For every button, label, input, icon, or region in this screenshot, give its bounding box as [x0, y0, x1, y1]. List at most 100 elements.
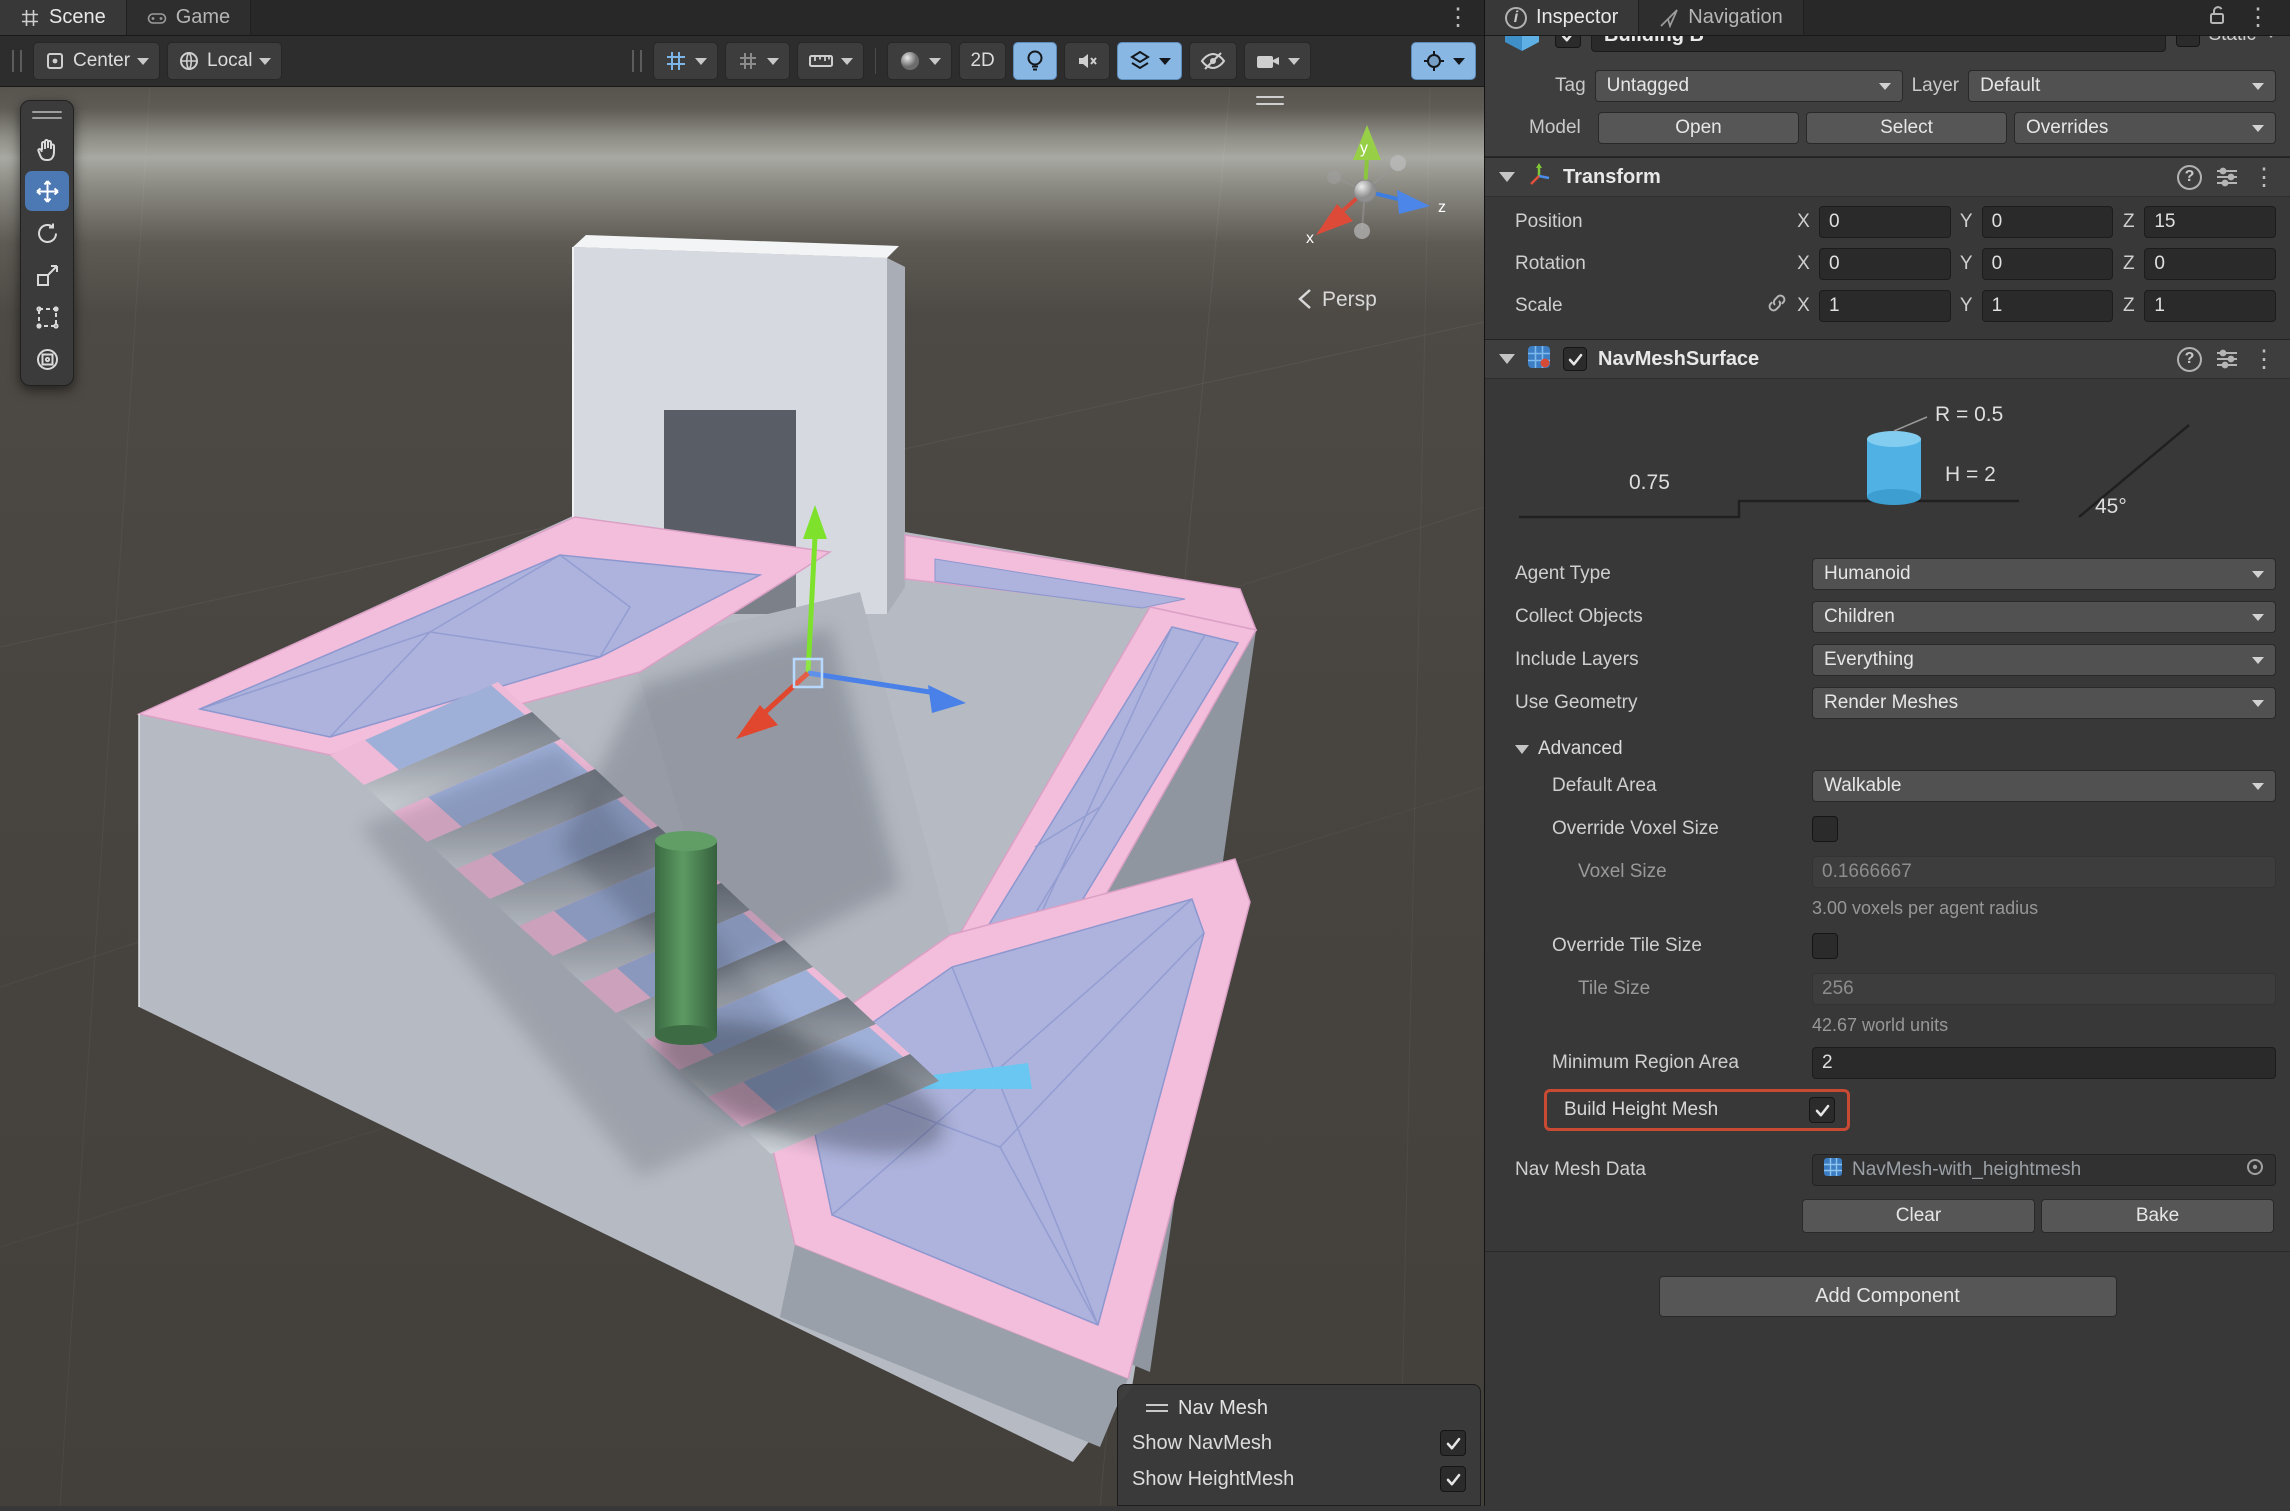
- audio-mute-button[interactable]: [1064, 42, 1110, 80]
- toolbar-drag-handle[interactable]: [12, 50, 22, 72]
- tab-navigation[interactable]: Navigation: [1639, 0, 1804, 35]
- scene-grid-icon: [20, 8, 40, 28]
- agent-height-label: H = 2: [1945, 463, 1996, 486]
- scale-tool-button[interactable]: [25, 255, 69, 295]
- position-z-field[interactable]: 15: [2144, 206, 2276, 238]
- show-heightmesh-checkbox[interactable]: [1440, 1466, 1466, 1492]
- uniform-scale-link-icon[interactable]: [1766, 292, 1788, 320]
- chevron-down-icon: [1288, 58, 1300, 65]
- measure-tool-dropdown[interactable]: [797, 42, 864, 80]
- scene-toolbar: Center Local 2D: [0, 36, 1484, 87]
- include-layers-dropdown[interactable]: Everything: [1812, 644, 2276, 676]
- grid-snapping-dropdown[interactable]: [725, 42, 790, 80]
- tab-inspector[interactable]: i Inspector: [1485, 0, 1639, 35]
- help-icon[interactable]: ?: [2177, 347, 2202, 372]
- axis-x-label: x: [1306, 230, 1314, 247]
- agent-type-dropdown[interactable]: Humanoid: [1812, 558, 2276, 590]
- scale-y-field[interactable]: 1: [1982, 290, 2114, 322]
- chevron-down-icon: [2252, 614, 2264, 621]
- object-picker-icon[interactable]: [2245, 1157, 2265, 1183]
- gizmos-toggle-dropdown[interactable]: [1411, 42, 1476, 80]
- show-navmesh-checkbox[interactable]: [1440, 1430, 1466, 1456]
- scene-visibility-button[interactable]: [1189, 42, 1237, 80]
- chevron-down-icon: [1453, 58, 1465, 65]
- collect-objects-dropdown[interactable]: Children: [1812, 601, 2276, 633]
- inspector-menu-icon[interactable]: ⋮: [2232, 3, 2284, 32]
- scale-x-field[interactable]: 1: [1819, 290, 1951, 322]
- include-layers-row: Include Layers Everything: [1499, 643, 2276, 677]
- foldout-icon[interactable]: [1499, 172, 1515, 182]
- shading-mode-dropdown[interactable]: [887, 42, 952, 80]
- tag-label: Tag: [1555, 75, 1586, 97]
- preset-icon[interactable]: [2215, 166, 2239, 188]
- scale-icon: [34, 262, 61, 289]
- component-menu-icon[interactable]: ⋮: [2252, 345, 2276, 374]
- handle-rotation-dropdown[interactable]: Local: [167, 42, 282, 80]
- rect-tool-button[interactable]: [25, 297, 69, 337]
- tag-dropdown[interactable]: Untagged: [1595, 70, 1903, 102]
- help-icon[interactable]: ?: [2177, 165, 2202, 190]
- overlay-menu-icon[interactable]: [1146, 1404, 1168, 1412]
- build-height-mesh-checkbox[interactable]: [1809, 1097, 1835, 1123]
- default-area-dropdown[interactable]: Walkable: [1812, 770, 2276, 802]
- lock-icon[interactable]: [2206, 4, 2228, 31]
- tab-label: Game: [176, 6, 230, 29]
- 2d-toggle-button[interactable]: 2D: [959, 42, 1005, 80]
- overlay-drag-handle[interactable]: [1256, 96, 1284, 105]
- inspector-tabbar: i Inspector Navigation ⋮: [1485, 0, 2290, 36]
- minimum-region-area-row: Minimum Region Area 2: [1499, 1046, 2276, 1080]
- collect-objects-row: Collect Objects Children: [1499, 600, 2276, 634]
- position-y-field[interactable]: 0: [1982, 206, 2114, 238]
- component-menu-icon[interactable]: ⋮: [2252, 163, 2276, 192]
- camera-settings-dropdown[interactable]: [1244, 42, 1311, 80]
- lightbulb-icon: [1024, 49, 1046, 73]
- rotation-z-field[interactable]: 0: [2144, 248, 2276, 280]
- advanced-foldout[interactable]: Advanced: [1499, 738, 2276, 760]
- override-voxel-size-checkbox[interactable]: [1812, 816, 1838, 842]
- bake-button[interactable]: Bake: [2041, 1199, 2274, 1233]
- layer-label: Layer: [1912, 75, 1960, 97]
- chevron-down-icon: [929, 58, 941, 65]
- position-x-field[interactable]: 0: [1819, 206, 1951, 238]
- clear-button[interactable]: Clear: [1802, 1199, 2035, 1233]
- scene-tabbar: Scene Game ⋮: [0, 0, 1484, 36]
- override-tile-size-checkbox[interactable]: [1812, 933, 1838, 959]
- snap-icon: [736, 49, 760, 73]
- foldout-icon[interactable]: [1499, 354, 1515, 364]
- palette-drag-handle[interactable]: [32, 107, 62, 123]
- rotation-x-field[interactable]: 0: [1819, 248, 1951, 280]
- model-open-button[interactable]: Open: [1598, 112, 1799, 144]
- lighting-toggle-button[interactable]: [1013, 42, 1057, 80]
- scene-tab-menu-icon[interactable]: ⋮: [1432, 0, 1484, 35]
- layer-dropdown[interactable]: Default: [1968, 70, 2276, 102]
- scene-viewport[interactable]: y x z Persp: [0, 87, 1484, 1506]
- transform-tool-button[interactable]: [25, 339, 69, 379]
- navmeshsurface-header[interactable]: NavMeshSurface ? ⋮: [1485, 339, 2290, 379]
- rotate-tool-button[interactable]: [25, 213, 69, 253]
- show-navmesh-row: Show NavMesh: [1132, 1425, 1466, 1461]
- minimum-region-area-field[interactable]: 2: [1812, 1047, 2276, 1079]
- effects-dropdown[interactable]: [1117, 42, 1182, 80]
- grid-visibility-dropdown[interactable]: [653, 42, 718, 80]
- tab-scene[interactable]: Scene: [0, 0, 127, 35]
- component-enabled-checkbox[interactable]: [1563, 347, 1587, 371]
- scale-z-field[interactable]: 1: [2144, 290, 2276, 322]
- add-component-section: Add Component: [1485, 1251, 2290, 1317]
- projection-label: Persp: [1322, 288, 1377, 311]
- nav-mesh-data-field[interactable]: NavMesh-with_heightmesh: [1812, 1154, 2276, 1186]
- use-geometry-dropdown[interactable]: Render Meshes: [1812, 687, 2276, 719]
- rotation-y-field[interactable]: 0: [1982, 248, 2114, 280]
- add-component-button[interactable]: Add Component: [1659, 1276, 2117, 1317]
- overrides-dropdown[interactable]: Overrides: [2014, 112, 2276, 144]
- transform-header[interactable]: Transform ? ⋮: [1485, 157, 2290, 197]
- preset-icon[interactable]: [2215, 348, 2239, 370]
- chevron-down-icon: [2252, 700, 2264, 707]
- model-select-button[interactable]: Select: [1806, 112, 2007, 144]
- tile-size-field: 256: [1812, 973, 2276, 1005]
- toolbar-drag-handle[interactable]: [632, 50, 642, 72]
- move-tool-button[interactable]: [25, 171, 69, 211]
- pivot-mode-dropdown[interactable]: Center: [33, 42, 160, 80]
- grid-icon: [664, 49, 688, 73]
- tab-game[interactable]: Game: [127, 0, 251, 35]
- view-hand-tool-button[interactable]: [25, 129, 69, 169]
